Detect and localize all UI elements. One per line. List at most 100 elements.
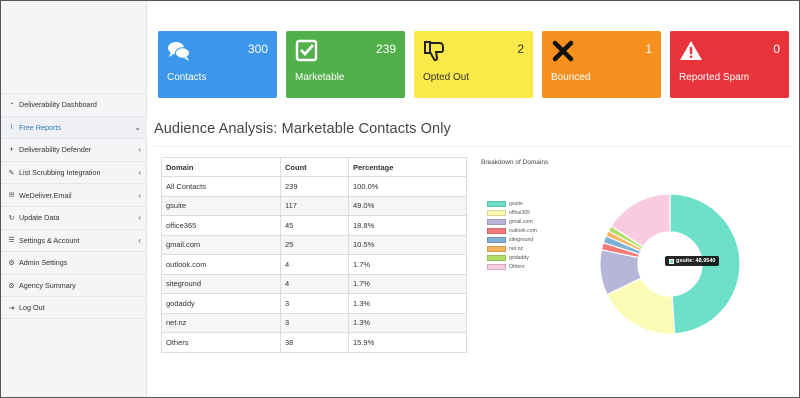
stat-card-label: Reported Spam [679,72,750,83]
cell-count: 3 [280,312,349,333]
chevron-down-icon: ⌄ [134,122,141,132]
legend-swatch [487,245,506,252]
cell-domain: siteground [161,273,281,294]
chart-legend: gsuite office365 gmail.com outlook.com siteg… [487,199,537,271]
cell-percentage: 10.5% [348,234,467,255]
cell-count: 117 [280,195,349,216]
check-square-icon [295,39,319,63]
sidebar-item-deliverability-dashboard[interactable]: ◔ Deliverability Dashboard [1,93,147,116]
cell-percentage: 18.8% [348,215,467,236]
chart-tooltip: gsuite: 48.9540 [665,256,720,266]
legend-item[interactable]: gsuite [487,199,537,208]
envelope-icon: ✉ [8,192,15,200]
sidebar-item-label: Agency Summary [19,281,76,291]
table-row: gmail.com 25 10.5% [161,234,467,255]
cell-count: 38 [280,332,349,353]
sidebar-item-admin-settings[interactable]: ⚙ Admin Settings [1,251,147,274]
cell-domain: All Contacts [161,176,281,197]
sidebar-item-label: Update Data [19,213,60,223]
sidebar-item-log-out[interactable]: ⇥ Log Out [1,296,147,319]
thumbs-down-icon [423,39,447,63]
cell-percentage: 1.7% [348,254,467,275]
legend-label: Others [509,263,525,270]
table-row: net.nz 3 1.3% [161,312,467,333]
tooltip-label: gsuite: 48.9540 [676,258,716,264]
warning-icon [679,39,703,63]
legend-swatch [487,227,506,234]
sidebar: ◔ Deliverability Dashboard ⌇ Free Reports ⌄ ◗… [1,1,147,397]
chevron-left-icon: ‹ [138,145,141,155]
legend-swatch [487,263,506,270]
sidebar-item-label: Settings & Account [19,235,80,245]
sidebar-item-list-scrubbing-integration[interactable]: ✎ List Scrubbing Integration ‹ [1,160,147,184]
cell-percentage: 1.7% [348,273,467,294]
cell-domain: gmail.com [161,234,281,255]
cell-count: 4 [280,254,349,275]
sidebar-item-wedeliver-email[interactable]: ✉ WeDeliver.Email ‹ [1,183,147,206]
chevron-left-icon: ‹ [138,168,141,178]
sidebar-item-label: Deliverability Dashboard [19,100,97,110]
dashboard-icon: ◔ [9,101,14,109]
legend-item[interactable]: net.nz [487,244,537,253]
chevron-left-icon: ‹ [138,190,141,200]
table-row: office365 45 18.8% [161,215,467,236]
cell-domain: gsuite [161,195,281,216]
cell-count: 45 [280,215,349,236]
sidebar-item-label: Log Out [19,303,45,313]
chevron-left-icon: ‹ [138,235,141,245]
gears-icon: ⚙ [8,282,15,290]
table-row: godaddy 3 1.3% [161,293,467,314]
cell-domain: Others [161,332,281,353]
legend-label: office365 [509,209,530,216]
cell-percentage: 100.0% [348,176,467,197]
sidebar-item-update-data[interactable]: ↻ Update Data ‹ [1,205,147,229]
sidebar-item-free-reports[interactable]: ⌇ Free Reports ⌄ [1,115,147,139]
stat-card-label: Opted Out [423,72,470,83]
legend-item[interactable]: gmail.com [487,217,537,226]
table-row: outlook.com 4 1.7% [161,254,467,275]
stat-card-bounced[interactable]: 1 Bounced [542,31,661,98]
legend-label: gmail.com [509,218,533,225]
cell-domain: office365 [161,215,281,236]
list-icon: ☰ [8,237,15,245]
stat-card-reported-spam[interactable]: 0 Reported Spam [670,31,789,98]
cell-count: 3 [280,293,349,314]
comments-icon [167,39,191,63]
stat-card-count: 239 [375,42,396,56]
table-row: gsuite 117 49.0% [161,195,467,216]
legend-item[interactable]: siteground [487,235,537,244]
sidebar-item-label: WeDeliver.Email [19,190,72,200]
cell-domain: net.nz [161,312,281,333]
column-header-count: Count [280,157,349,177]
legend-swatch [487,218,506,225]
stat-card-count: 1 [645,42,652,56]
sidebar-item-deliverability-defender[interactable]: ◗ Deliverability Defender ‹ [1,138,147,161]
sidebar-item-label: Free Reports [19,122,61,132]
table-header-row: Domain Count Percentage [161,157,467,177]
cell-count: 239 [280,176,349,197]
legend-item[interactable]: Others [487,262,537,271]
stat-card-contacts[interactable]: 300 Contacts [158,31,277,98]
chevron-left-icon: ‹ [138,213,141,223]
stat-card-opted-out[interactable]: 2 Opted Out [414,31,533,98]
chart-title: Breakdown of Domains [481,159,549,166]
tooltip-swatch [669,258,674,264]
sidebar-item-agency-summary[interactable]: ⚙ Agency Summary [1,273,147,297]
legend-swatch [487,254,506,261]
legend-item[interactable]: outlook.com [487,226,537,235]
legend-label: siteground [509,236,534,243]
stat-card-label: Marketable [295,72,345,83]
stat-card-label: Contacts [167,72,207,83]
stat-card-marketable[interactable]: 239 Marketable [286,31,405,98]
title-divider [154,146,794,147]
stat-card-label: Bounced [551,72,591,83]
sidebar-item-settings-account[interactable]: ☰ Settings & Account ‹ [1,228,147,252]
legend-label: godaddy [509,254,529,261]
legend-item[interactable]: office365 [487,208,537,217]
cell-count: 4 [280,273,349,294]
gears-icon: ⚙ [8,259,15,267]
legend-item[interactable]: godaddy [487,253,537,262]
table-row: siteground 4 1.7% [161,273,467,294]
legend-label: net.nz [509,245,524,252]
cell-percentage: 49.0% [348,195,467,216]
